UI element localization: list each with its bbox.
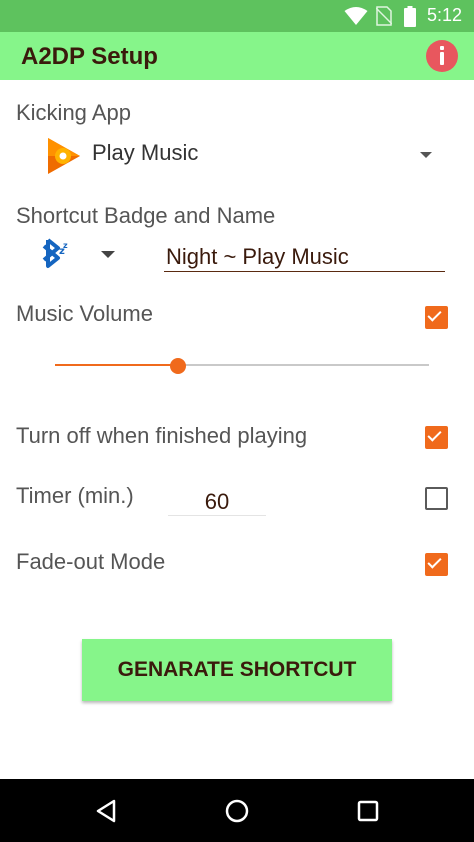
status-time: 5:12 — [426, 5, 462, 25]
turn-off-label: Turn off when finished playing — [16, 423, 308, 448]
kicking-app-spinner[interactable]: Play Music — [40, 132, 440, 178]
music-volume-checkbox[interactable] — [425, 306, 448, 329]
home-icon[interactable] — [221, 796, 253, 826]
turn-off-checkbox[interactable] — [425, 426, 448, 449]
page-title: A2DP Setup — [21, 43, 158, 70]
shortcut-label: Shortcut Badge and Name — [16, 203, 276, 228]
recents-icon[interactable] — [352, 796, 384, 826]
battery-icon — [404, 6, 416, 27]
timer-checkbox[interactable] — [425, 487, 448, 510]
fade-out-label: Fade-out Mode — [16, 549, 166, 574]
timer-input[interactable] — [168, 488, 266, 516]
wifi-icon — [344, 7, 368, 25]
no-sim-icon — [376, 6, 392, 26]
badge-chevron-down-icon — [101, 251, 115, 258]
chevron-down-icon — [420, 152, 432, 158]
play-music-icon — [48, 138, 80, 174]
generate-shortcut-button[interactable]: GENARATE SHORTCUT — [82, 639, 392, 701]
info-button[interactable] — [426, 40, 458, 72]
volume-slider-fill — [55, 364, 179, 366]
app-bar: A2DP Setup — [0, 32, 474, 80]
volume-slider-thumb[interactable] — [170, 358, 187, 374]
kicking-app-value: Play Music — [92, 140, 199, 165]
svg-text:z: z — [63, 241, 68, 250]
timer-label: Timer (min.) — [16, 483, 134, 508]
bluetooth-badge-icon: z z — [42, 238, 68, 268]
badge-spinner[interactable]: z z — [30, 234, 120, 274]
back-icon[interactable] — [90, 796, 122, 826]
shortcut-name-input[interactable] — [164, 242, 445, 272]
volume-slider-track[interactable] — [55, 364, 429, 366]
navigation-bar — [0, 779, 474, 842]
status-bar: 5:12 — [0, 0, 474, 32]
kicking-app-label: Kicking App — [16, 100, 131, 125]
music-volume-label: Music Volume — [16, 301, 153, 326]
fade-out-checkbox[interactable] — [425, 553, 448, 576]
